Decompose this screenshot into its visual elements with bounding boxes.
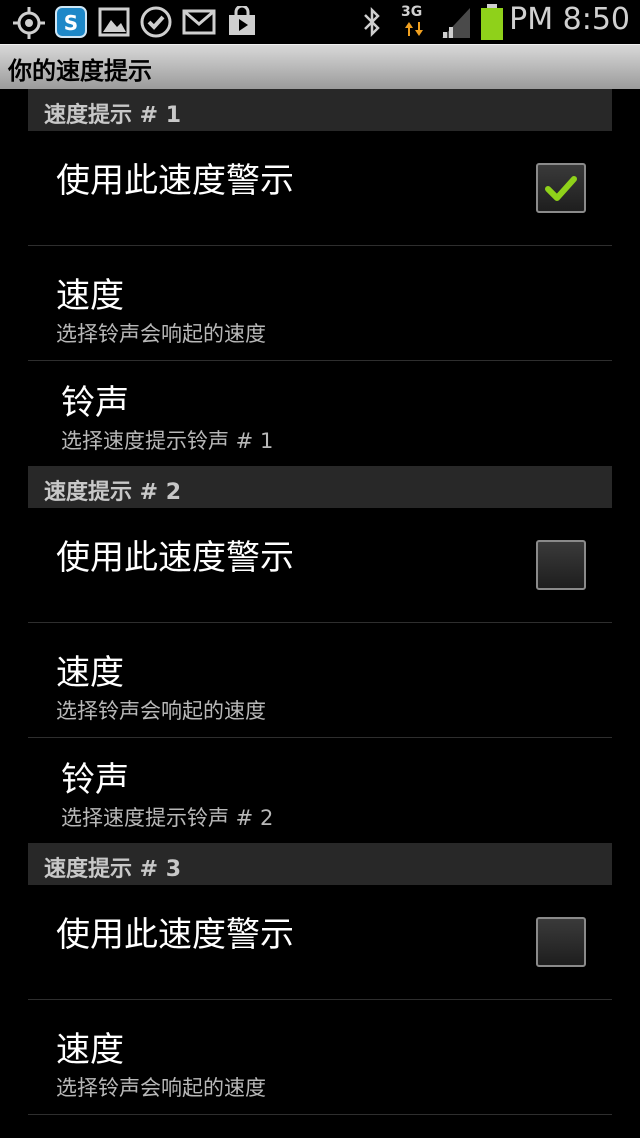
enable-alert-3-row[interactable]: 使用此速度警示 [28, 885, 612, 1000]
market-icon [226, 4, 258, 38]
speed-title: 速度 [56, 653, 124, 693]
gps-icon [12, 6, 45, 39]
status-bar: S 3G PM 8:50 [0, 0, 640, 44]
category-header-label: 速度提示 # 2 [44, 480, 182, 505]
page-title: 你的速度提示 [8, 57, 152, 85]
ringtone-title: 铃声 [61, 760, 129, 800]
check-icon [140, 6, 172, 38]
category-header-label: 速度提示 # 1 [44, 103, 182, 128]
network-type-label: 3G [401, 4, 423, 20]
speed-summary: 选择铃声会响起的速度 [56, 699, 266, 723]
enable-alert-2-checkbox[interactable] [536, 540, 586, 590]
ringtone-1-row[interactable]: 铃声 选择速度提示铃声 # 1 [28, 361, 612, 466]
speed-2-row[interactable]: 速度 选择铃声会响起的速度 [28, 623, 612, 738]
battery-icon [480, 4, 504, 40]
enable-alert-1-checkbox[interactable] [536, 163, 586, 213]
clock: PM 8:50 [509, 2, 630, 37]
enable-alert-label: 使用此速度警示 [56, 915, 294, 955]
bluetooth-icon [360, 6, 392, 38]
category-header-alert-3: 速度提示 # 3 [28, 843, 612, 885]
speed-summary: 选择铃声会响起的速度 [56, 1076, 266, 1100]
ringtone-summary: 选择速度提示铃声 # 2 [61, 806, 274, 830]
data-arrows-icon [405, 22, 429, 40]
category-header-label: 速度提示 # 3 [44, 857, 182, 882]
svg-text:S: S [64, 11, 78, 35]
ringtone-summary: 选择速度提示铃声 # 1 [61, 429, 274, 453]
enable-alert-label: 使用此速度警示 [56, 538, 294, 578]
signal-icon [440, 6, 472, 38]
speed-3-row[interactable]: 速度 选择铃声会响起的速度 [28, 1000, 612, 1115]
ringtone-title: 铃声 [61, 383, 129, 423]
ringtone-2-row[interactable]: 铃声 选择速度提示铃声 # 2 [28, 738, 612, 843]
speed-title: 速度 [56, 276, 124, 316]
enable-alert-2-row[interactable]: 使用此速度警示 [28, 508, 612, 623]
gallery-icon [98, 6, 130, 38]
enable-alert-label: 使用此速度警示 [56, 161, 294, 201]
speed-title: 速度 [56, 1030, 124, 1070]
preference-list[interactable]: 速度提示 # 1 使用此速度警示 速度 选择铃声会响起的速度 铃声 选择速度提示… [28, 89, 612, 1115]
gmail-icon [182, 6, 216, 38]
enable-alert-1-row[interactable]: 使用此速度警示 [28, 131, 612, 246]
title-bar: 你的速度提示 [0, 44, 640, 89]
speed-1-row[interactable]: 速度 选择铃声会响起的速度 [28, 246, 612, 361]
category-header-alert-1: 速度提示 # 1 [28, 89, 612, 131]
check-mark-icon [545, 176, 577, 201]
enable-alert-3-checkbox[interactable] [536, 917, 586, 967]
category-header-alert-2: 速度提示 # 2 [28, 466, 612, 508]
speed-summary: 选择铃声会响起的速度 [56, 322, 266, 346]
skype-icon: S [55, 6, 87, 38]
